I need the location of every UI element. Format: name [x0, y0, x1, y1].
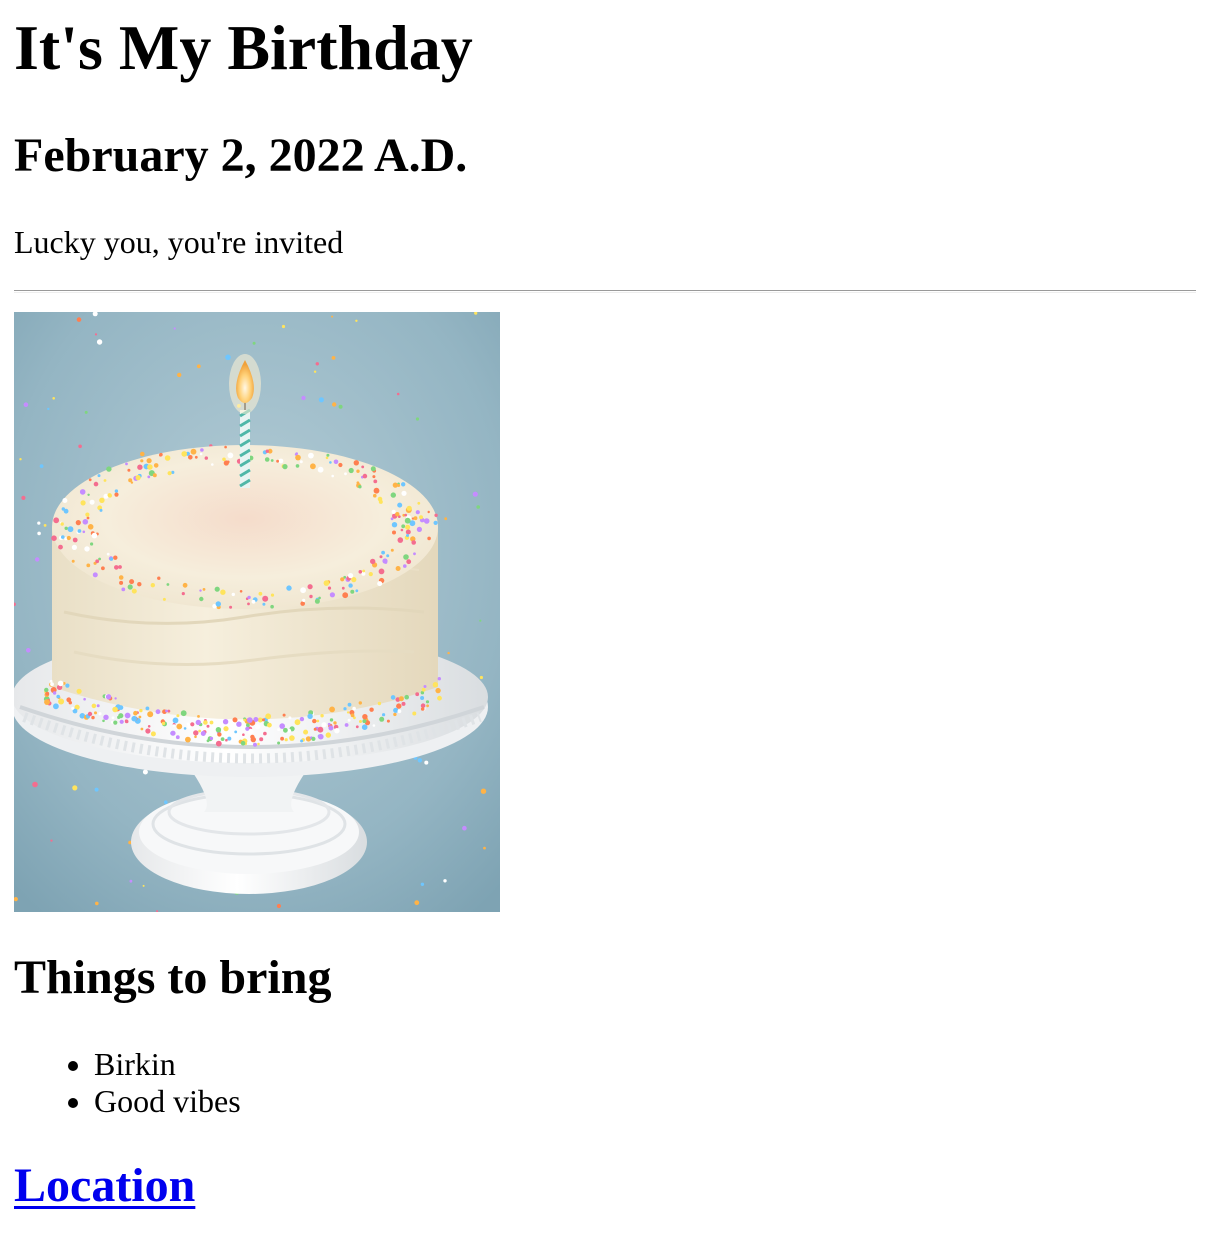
invitation-tagline: Lucky you, you're invited: [14, 224, 344, 260]
things-to-bring-list: Birkin Good vibes: [14, 1046, 241, 1120]
list-item: Birkin: [94, 1046, 241, 1083]
list-item: Good vibes: [94, 1083, 241, 1120]
page-title: It's My Birthday: [14, 12, 473, 83]
cake-with-candle-image: [14, 312, 500, 912]
things-to-bring-heading: Things to bring: [14, 951, 332, 1004]
location-link[interactable]: Location: [14, 1159, 195, 1212]
location-heading: Location: [14, 1160, 195, 1212]
divider: [14, 290, 1196, 293]
event-date: February 2, 2022 A.D.: [14, 129, 468, 182]
